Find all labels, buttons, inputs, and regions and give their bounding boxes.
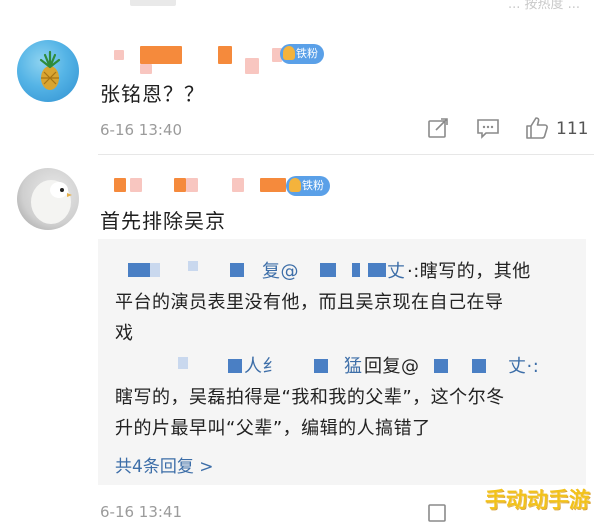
fan-badge: 铁粉 [286,176,330,196]
comment-text: 张铭恩？？ [100,82,205,106]
like-count: 111 [556,119,589,139]
mosaic-block [320,263,336,277]
username-redacted[interactable]: 铁粉 [110,172,330,202]
sort-label-partial[interactable]: ... 按热度 ... [508,0,580,12]
mosaic-block [228,359,242,373]
top-cutoff-strip: ... 按热度 ... [0,0,594,14]
like-icon[interactable] [524,115,550,145]
crown-icon [289,178,301,192]
more-replies-link[interactable]: 共4条回复 > [115,452,213,477]
reply-action: 回复@ [364,356,420,377]
reply-text: ·:瞎写的，其他 [407,261,531,282]
mosaic-block [128,263,150,277]
divider [98,154,594,155]
fan-badge: 铁粉 [280,44,324,64]
mosaic-block [178,357,188,369]
crown-icon [283,46,295,60]
mosaic-block [130,0,176,6]
mosaic-block [314,359,328,373]
watermark: 手动动手游 [476,482,594,512]
reply-prefix[interactable]: 复@ [262,257,299,283]
reply-text: 升的片最早叫“父辈”，编辑的人搞错了 [115,418,431,439]
comment-text: 首先排除吴京 [100,209,226,233]
comment-timestamp: 6-16 13:41 [100,503,183,521]
watermark-text: 手动动手游 [485,488,590,512]
mosaic-block [188,261,198,271]
comment-icon[interactable] [476,117,500,143]
share-icon[interactable] [427,501,449,527]
fan-badge-label: 铁粉 [296,47,318,60]
reply-box: 复@ 丈 ·:瞎写的，其他 平台的演员表里没有他，而且吴京现在自己在导 戏 人纟… [98,239,586,485]
username-redacted[interactable]: 铁粉 [110,44,340,74]
share-icon[interactable] [427,117,449,143]
avatar[interactable] [17,168,79,230]
comment-timestamp: 6-16 13:40 [100,121,183,139]
bird-avatar-image [31,180,72,224]
reply-mention-suffix[interactable]: 丈·: [508,352,539,378]
mosaic-block [434,359,448,373]
reply-mention-suffix[interactable]: 丈 [387,257,406,283]
mosaic-block [230,263,244,277]
mosaic-block [368,263,386,277]
reply-name-fragment[interactable]: 猛 [344,352,363,378]
reply-text: 戏 [115,323,134,344]
mosaic-block [472,359,486,373]
reply-text: 平台的演员表里没有他，而且吴京现在自己在导 [115,292,504,313]
mosaic-block [150,263,160,277]
mosaic-block [352,263,360,277]
avatar[interactable] [17,40,79,102]
reply-name-fragment[interactable]: 人纟 [244,352,281,378]
reply-text: 瞎写的，吴磊拍得是“我和我的父辈”，这个尔冬 [115,387,505,408]
pineapple-avatar-image [39,50,61,90]
fan-badge-label: 铁粉 [302,179,324,192]
